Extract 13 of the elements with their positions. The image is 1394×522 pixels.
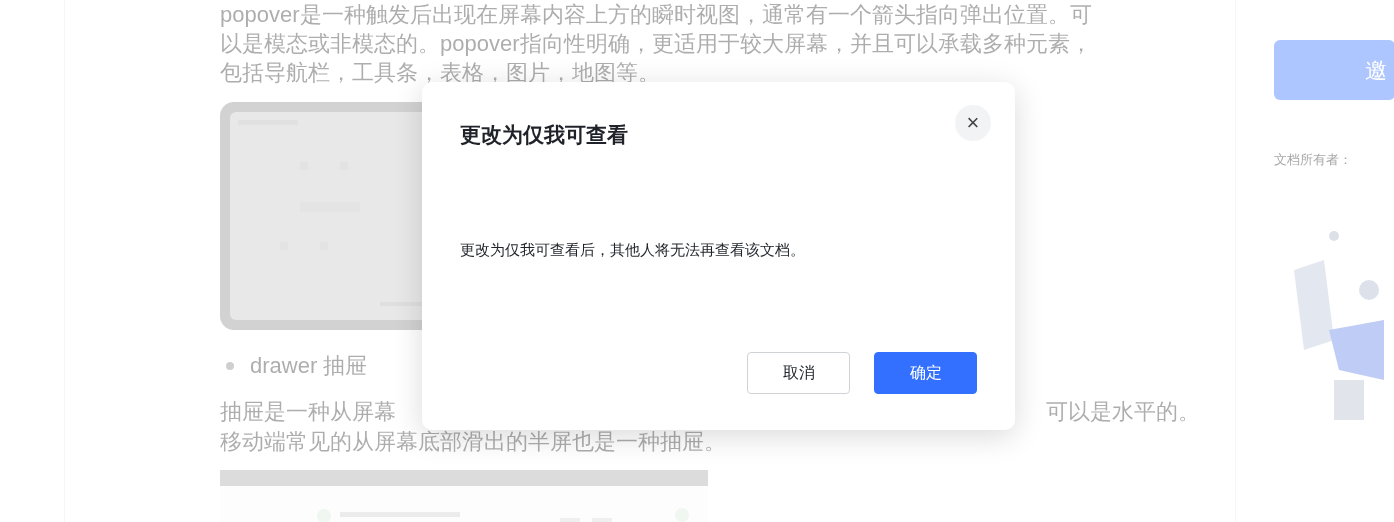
- dialog-message: 更改为仅我可查看后，其他人将无法再查看该文档。: [460, 240, 806, 261]
- owner-label: 文档所有者：: [1274, 151, 1353, 169]
- bullet-icon: [226, 361, 234, 370]
- cancel-button[interactable]: 取消: [747, 352, 850, 394]
- close-button[interactable]: ×: [955, 105, 991, 141]
- paragraph-line: 移动端常见的从屏幕底部滑出的半屏也是一种抽屉。: [220, 428, 727, 456]
- paragraph-line: 可以是水平的。: [1046, 398, 1200, 426]
- confirm-button[interactable]: 确定: [874, 352, 977, 394]
- list-item-text: drawer 抽屉: [250, 352, 368, 380]
- paragraph-line: popover是一种触发后出现在屏幕内容上方的瞬时视图，通常有一个箭头指向弹出位置。可: [220, 1, 1093, 29]
- paragraph-line: 以是模态或非模态的。popover指向性明确，更适用于较大屏幕，并且可以承载多种元素，: [220, 30, 1093, 58]
- paragraph-line: 抽屉是一种从屏幕: [220, 398, 396, 426]
- dialog-title: 更改为仅我可查看: [460, 122, 629, 148]
